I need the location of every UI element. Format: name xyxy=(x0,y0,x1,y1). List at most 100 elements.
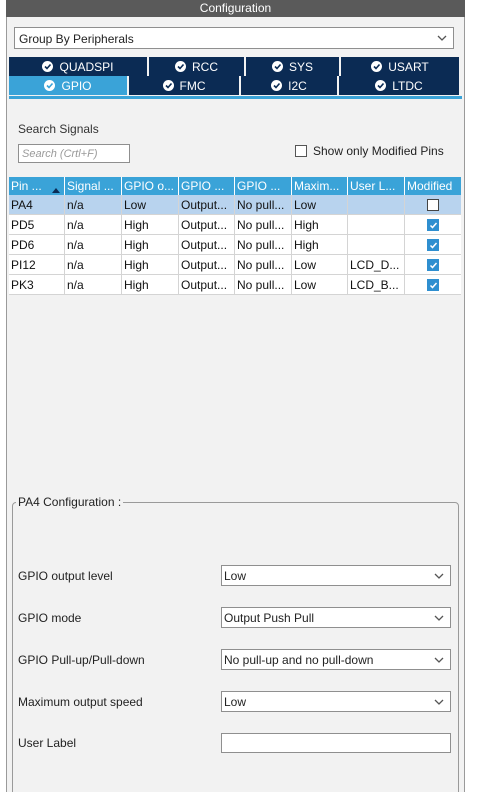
cell-output: High xyxy=(122,275,179,295)
table-row[interactable]: PD6 n/a High Output... No pull... High xyxy=(9,235,461,255)
modified-checkbox[interactable] xyxy=(427,239,439,251)
table-row[interactable]: PI12 n/a High Output... No pull... Low L… xyxy=(9,255,461,275)
search-signals-label: Search Signals xyxy=(18,122,99,136)
column-header-user-label[interactable]: User L... xyxy=(348,177,405,195)
cell-signal: n/a xyxy=(65,235,122,255)
cell-speed: High xyxy=(292,215,348,235)
cell-signal: n/a xyxy=(65,275,122,295)
cell-mode: Output... xyxy=(179,235,235,255)
tab-fmc[interactable]: FMC xyxy=(129,76,241,95)
cell-signal: n/a xyxy=(65,195,122,215)
cell-output: High xyxy=(122,215,179,235)
user-label-field[interactable] xyxy=(221,733,451,753)
tab-label: QUADSPI xyxy=(59,59,114,74)
tab-usart[interactable]: USART xyxy=(341,57,459,76)
check-circle-icon xyxy=(162,80,174,91)
tab-sys[interactable]: SYS xyxy=(246,57,341,76)
column-header-gpio-pull[interactable]: GPIO ... xyxy=(235,177,292,195)
pin-table: Pin ... Signal ... GPIO o... GPIO ... GP… xyxy=(9,177,461,295)
pull-label: GPIO Pull-up/Pull-down xyxy=(18,653,145,667)
tab-ltdc[interactable]: LTDC xyxy=(339,76,459,95)
peripheral-tabs-row-1: QUADSPI RCC SYS USART xyxy=(9,57,459,76)
tab-label: FMC xyxy=(179,78,206,93)
chevron-down-icon xyxy=(434,655,444,665)
cell-speed: Low xyxy=(292,195,348,215)
modified-checkbox[interactable] xyxy=(427,259,439,271)
tab-label: SYS xyxy=(288,59,313,74)
show-modified-checkbox[interactable] xyxy=(295,145,307,157)
tab-label: I2C xyxy=(288,78,307,93)
chevron-down-icon xyxy=(437,33,447,43)
check-circle-icon xyxy=(271,80,283,91)
pin-configuration-title: PA4 Configuration : xyxy=(16,495,124,509)
user-label-label: User Label xyxy=(18,736,77,750)
table-row[interactable]: PK3 n/a High Output... No pull... Low LC… xyxy=(9,275,461,295)
cell-pull: No pull... xyxy=(235,215,292,235)
check-circle-icon xyxy=(42,61,54,72)
max-speed-select[interactable]: Low xyxy=(221,691,451,712)
modified-checkbox[interactable] xyxy=(427,199,439,211)
modified-checkbox[interactable] xyxy=(427,219,439,231)
cell-pull: No pull... xyxy=(235,235,292,255)
cell-user-label xyxy=(348,195,405,215)
show-modified-label: Show only Modified Pins xyxy=(313,144,444,158)
cell-output: Low xyxy=(122,195,179,215)
tab-label: GPIO xyxy=(61,78,92,93)
column-header-pin[interactable]: Pin ... xyxy=(9,177,65,195)
cell-pin: PI12 xyxy=(9,255,65,275)
check-circle-icon xyxy=(44,80,56,91)
table-header: Pin ... Signal ... GPIO o... GPIO ... GP… xyxy=(9,177,461,195)
column-header-gpio-output[interactable]: GPIO o... xyxy=(122,177,179,195)
cell-mode: Output... xyxy=(179,255,235,275)
show-modified-toggle[interactable]: Show only Modified Pins xyxy=(295,144,444,158)
output-level-label: GPIO output level xyxy=(18,569,113,583)
cell-modified xyxy=(405,275,461,295)
cell-pin: PA4 xyxy=(9,195,65,215)
tab-quadspi[interactable]: QUADSPI xyxy=(9,57,149,76)
cell-pin: PD6 xyxy=(9,235,65,255)
max-speed-label: Maximum output speed xyxy=(18,695,143,709)
gpio-mode-value: Output Push Pull xyxy=(224,611,315,625)
column-header-max-speed[interactable]: Maxim... xyxy=(292,177,348,195)
cell-modified xyxy=(405,235,461,255)
output-level-select[interactable]: Low xyxy=(221,565,451,586)
cell-mode: Output... xyxy=(179,195,235,215)
window-title: Configuration xyxy=(6,0,465,17)
table-row[interactable]: PD5 n/a High Output... No pull... High xyxy=(9,215,461,235)
tab-rcc[interactable]: RCC xyxy=(149,57,246,76)
cell-mode: Output... xyxy=(179,275,235,295)
output-level-value: Low xyxy=(224,569,247,583)
cell-signal: n/a xyxy=(65,255,122,275)
cell-pull: No pull... xyxy=(235,195,292,215)
gpio-mode-select[interactable]: Output Push Pull xyxy=(221,607,451,628)
gpio-mode-label: GPIO mode xyxy=(18,611,82,625)
cell-pin: PD5 xyxy=(9,215,65,235)
column-header-gpio-mode[interactable]: GPIO ... xyxy=(179,177,235,195)
modified-checkbox[interactable] xyxy=(427,279,439,291)
check-circle-icon xyxy=(371,61,383,72)
column-header-signal[interactable]: Signal ... xyxy=(65,177,122,195)
cell-signal: n/a xyxy=(65,215,122,235)
group-by-select[interactable]: Group By Peripherals xyxy=(14,27,454,49)
tab-i2c[interactable]: I2C xyxy=(241,76,339,95)
cell-mode: Output... xyxy=(179,215,235,235)
cell-user-label xyxy=(348,215,405,235)
cell-user-label: LCD_B... xyxy=(348,275,405,295)
column-header-modified[interactable]: Modified xyxy=(405,177,461,195)
cell-pin: PK3 xyxy=(9,275,65,295)
cell-output: High xyxy=(122,255,179,275)
search-input[interactable] xyxy=(18,144,130,163)
cell-speed: Low xyxy=(292,275,348,295)
check-circle-icon xyxy=(375,80,387,91)
cell-user-label xyxy=(348,235,405,255)
cell-pull: No pull... xyxy=(235,275,292,295)
cell-speed: High xyxy=(292,235,348,255)
cell-pull: No pull... xyxy=(235,255,292,275)
cell-modified xyxy=(405,215,461,235)
cell-speed: Low xyxy=(292,255,348,275)
cell-output: High xyxy=(122,235,179,255)
pull-value: No pull-up and no pull-down xyxy=(224,653,374,667)
table-row[interactable]: PA4 n/a Low Output... No pull... Low xyxy=(9,195,461,215)
pull-select[interactable]: No pull-up and no pull-down xyxy=(221,649,451,670)
tab-gpio[interactable]: GPIO xyxy=(9,76,129,95)
